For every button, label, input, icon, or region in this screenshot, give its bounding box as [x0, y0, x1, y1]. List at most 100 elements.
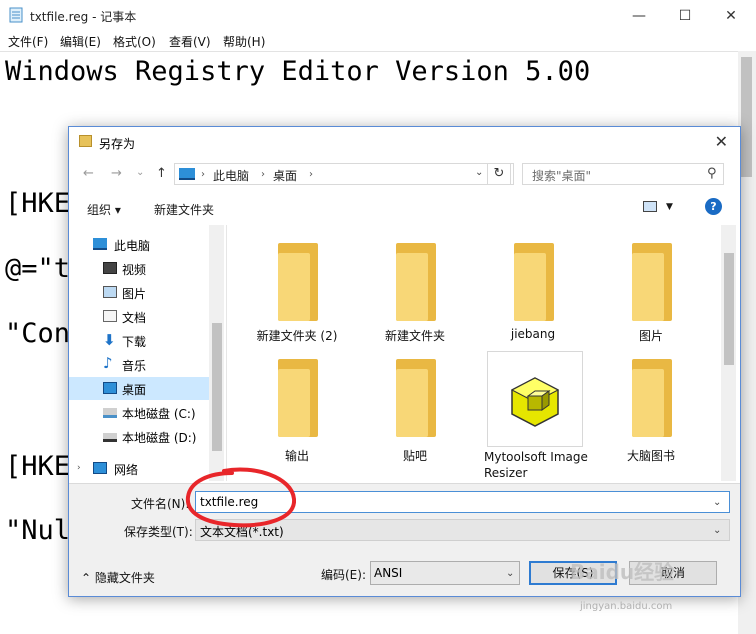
- folder-icon: [632, 359, 672, 437]
- watermark-logo: Baidu经验: [570, 560, 675, 584]
- file-name: 输出: [284, 449, 309, 463]
- sidebar-item-label: 桌面: [122, 383, 147, 397]
- sidebar-item-label: 下载: [122, 335, 147, 349]
- folder-icon: [79, 135, 92, 147]
- recent-locations-icon[interactable]: ⌄: [136, 167, 144, 178]
- folder-item[interactable]: 新建文件夹: [359, 233, 471, 345]
- folder-item[interactable]: 输出: [241, 353, 353, 465]
- picture-icon: [103, 286, 117, 298]
- chevron-down-icon: ⌄: [506, 568, 515, 579]
- forward-icon[interactable]: →: [111, 166, 122, 181]
- chevron-right-icon: ›: [261, 169, 265, 180]
- file-list: 新建文件夹 (2) 新建文件夹 jiebang 图片 输出 贴吧 Mytools…: [226, 225, 736, 481]
- view-options-icon[interactable]: [643, 201, 657, 212]
- sidebar-item-drive-c[interactable]: 本地磁盘 (C:): [69, 401, 209, 424]
- hide-folders-label: 隐藏文件夹: [94, 571, 155, 585]
- sidebar-item-drive-d[interactable]: 本地磁盘 (D:): [69, 425, 209, 448]
- chevron-right-icon: ›: [77, 463, 81, 473]
- folder-icon: [632, 243, 672, 321]
- document-icon: [103, 310, 117, 322]
- notepad-icon: [9, 7, 23, 23]
- sidebar-item-downloads[interactable]: ⬇ 下载: [69, 329, 209, 352]
- menu-view[interactable]: 查看(V): [169, 33, 211, 50]
- folder-item[interactable]: 新建文件夹 (2): [241, 233, 353, 345]
- navigation-bar: ← → ⌄ ↑ › 此电脑 › 桌面 › ⌄ ↻ 搜索"桌面" ⚲: [69, 159, 740, 189]
- menu-help[interactable]: 帮助(H): [223, 33, 265, 50]
- editor-line: [HKE: [5, 188, 71, 219]
- sidebar-item-label: 此电脑: [114, 239, 151, 253]
- chevron-down-icon: ⌄: [713, 525, 722, 536]
- minimize-button[interactable]: —: [616, 0, 662, 31]
- encoding-select[interactable]: ANSI ⌄: [370, 561, 520, 585]
- editor-line: Windows Registry Editor Version 5.00: [5, 56, 591, 87]
- file-name: 贴吧: [402, 449, 427, 463]
- drive-icon: [103, 433, 117, 442]
- folder-item[interactable]: 大脑图书: [595, 353, 707, 465]
- file-name: Mytoolsoft Image Resizer: [484, 450, 588, 480]
- sidebar-item-label: 本地磁盘 (D:): [122, 431, 197, 445]
- maximize-button[interactable]: ☐: [662, 0, 708, 31]
- notepad-titlebar: txtfile.reg - 记事本 — ☐ ✕: [0, 0, 756, 31]
- sidebar-item-label: 本地磁盘 (C:): [122, 407, 196, 421]
- menu-edit[interactable]: 编辑(E): [60, 33, 101, 50]
- folder-icon: [396, 359, 436, 437]
- network-icon: [93, 462, 107, 474]
- search-icon: ⚲: [707, 166, 717, 181]
- chevron-down-icon[interactable]: ▼: [666, 202, 673, 212]
- folder-icon: [278, 359, 318, 437]
- hide-folders-toggle[interactable]: ⌃ 隐藏文件夹: [81, 569, 155, 586]
- close-icon[interactable]: ✕: [715, 132, 728, 151]
- editor-line: @="t: [5, 253, 71, 284]
- sidebar-item-label: 音乐: [122, 359, 147, 373]
- breadcrumb-desktop[interactable]: 桌面: [273, 167, 297, 184]
- sidebar-item-music[interactable]: ♪ 音乐: [69, 353, 209, 376]
- chevron-up-icon: ⌃: [81, 571, 92, 585]
- search-input[interactable]: 搜索"桌面" ⚲: [522, 163, 724, 185]
- file-name: jiebang: [510, 327, 556, 341]
- watermark-url: jingyan.baidu.com: [580, 601, 673, 612]
- new-folder-button[interactable]: 新建文件夹: [154, 201, 214, 218]
- folder-icon: [396, 243, 436, 321]
- chevron-right-icon: ›: [201, 169, 205, 180]
- up-icon[interactable]: ↑: [156, 166, 167, 181]
- folder-icon: [514, 243, 554, 321]
- editor-line: "Nul: [5, 515, 71, 546]
- menu-format[interactable]: 格式(O): [113, 33, 156, 50]
- address-bar[interactable]: › 此电脑 › 桌面 › ⌄: [174, 163, 514, 185]
- computer-icon: [179, 168, 195, 180]
- back-icon[interactable]: ←: [83, 166, 94, 181]
- sidebar-item-label: 网络: [114, 463, 139, 477]
- help-icon[interactable]: ?: [705, 198, 722, 215]
- folder-item[interactable]: 图片: [595, 233, 707, 345]
- file-name: 大脑图书: [626, 449, 675, 463]
- sidebar-scrollbar[interactable]: [209, 225, 224, 481]
- folder-item[interactable]: jiebang: [477, 233, 589, 345]
- filename-label: 文件名(N):: [131, 497, 190, 511]
- download-arrow-icon: ⬇: [103, 331, 116, 349]
- save-as-dialog: 另存为 ✕ ← → ⌄ ↑ › 此电脑 › 桌面 › ⌄ ↻ 搜索"桌面" ⚲ …: [68, 126, 741, 597]
- app-item[interactable]: Mytoolsoft Image Resizer: [484, 351, 588, 480]
- chevron-down-icon[interactable]: ⌄: [475, 167, 483, 178]
- encoding-value: ANSI: [374, 566, 403, 580]
- sidebar-item-desktop[interactable]: 桌面: [69, 377, 209, 400]
- chevron-down-icon[interactable]: ⌄: [713, 497, 721, 508]
- folder-item[interactable]: 贴吧: [359, 353, 471, 465]
- editor-line: "Con: [5, 318, 71, 349]
- close-button[interactable]: ✕: [708, 0, 754, 31]
- dialog-title: 另存为: [99, 137, 136, 151]
- menu-file[interactable]: 文件(F): [8, 33, 48, 50]
- organize-button[interactable]: 组织 ▾: [87, 201, 121, 218]
- sidebar-item-documents[interactable]: 文档: [69, 305, 209, 328]
- file-name: 新建文件夹: [384, 329, 445, 343]
- sidebar-item-videos[interactable]: 视频: [69, 257, 209, 280]
- sidebar-item-label: 图片: [122, 287, 147, 301]
- refresh-button[interactable]: ↻: [487, 163, 511, 185]
- file-list-scrollbar[interactable]: [721, 225, 736, 481]
- film-icon: [103, 262, 117, 274]
- sidebar-item-pictures[interactable]: 图片: [69, 281, 209, 304]
- computer-icon: [93, 238, 107, 250]
- desktop-icon: [103, 382, 117, 394]
- breadcrumb-this-pc[interactable]: 此电脑: [213, 167, 249, 184]
- navigation-pane: 此电脑 视频 图片 文档 ⬇ 下载 ♪ 音乐 桌面 本地磁盘 (C:) 本地磁盘…: [69, 225, 225, 481]
- sidebar-item-this-pc[interactable]: 此电脑: [69, 233, 209, 256]
